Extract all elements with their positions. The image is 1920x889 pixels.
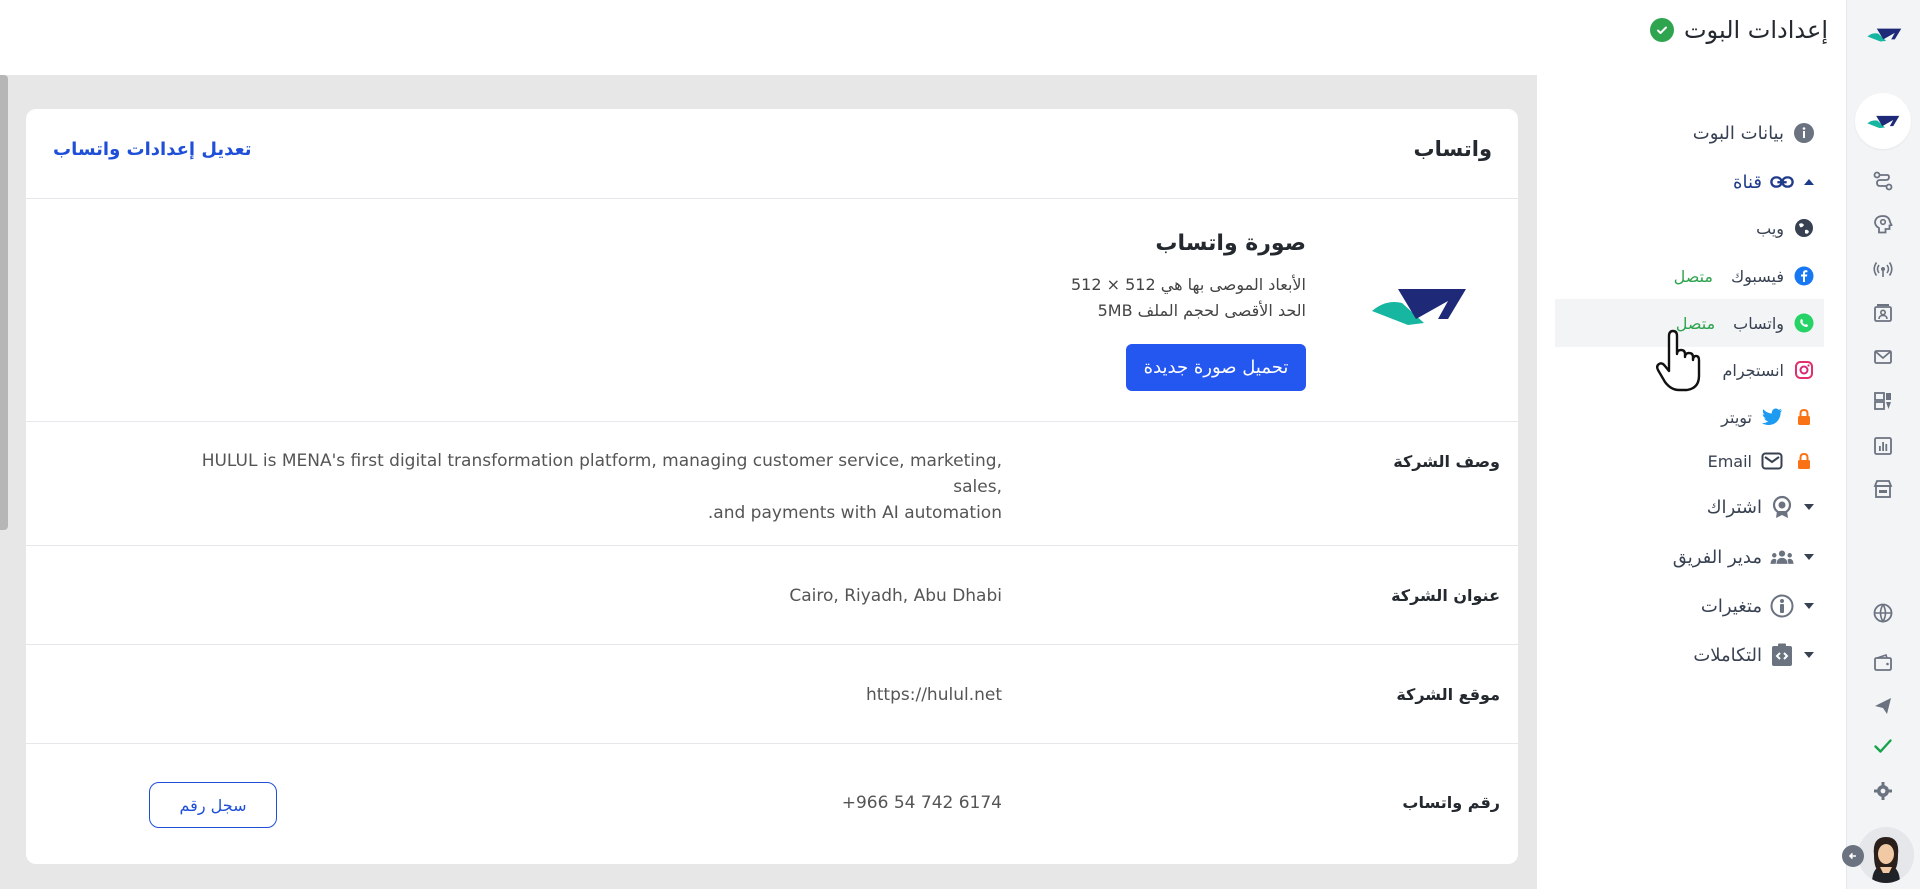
checkmark-icon[interactable]	[1872, 735, 1894, 757]
page-title-group: إعدادات البوت	[1649, 16, 1828, 44]
chevron-down-icon	[1802, 648, 1816, 662]
company-website-row: موقع الشركة https://hulul.net	[26, 645, 1518, 744]
top-header: إعدادات البوت	[0, 0, 1846, 75]
sidebar-item-instagram[interactable]: انستجرام	[1722, 355, 1816, 385]
company-website-value: https://hulul.net	[865, 685, 1002, 705]
sidebar-item-label: بيانات البوت	[1692, 122, 1784, 144]
page-title: إعدادات البوت	[1683, 16, 1828, 44]
sidebar-item-label: مدير الفريق	[1672, 546, 1762, 568]
settings-gear-icon[interactable]	[1872, 780, 1894, 802]
broadcast-icon[interactable]	[1872, 258, 1894, 280]
sidebar-item-label: التكاملات	[1693, 644, 1762, 666]
flow-icon[interactable]	[1872, 170, 1894, 192]
brain-icon[interactable]	[1872, 213, 1894, 235]
wallet-icon[interactable]	[1872, 652, 1894, 674]
app-icon-rail	[1842, 0, 1920, 889]
sidebar-item-label: فيسبوك	[1730, 266, 1784, 286]
company-website-label: موقع الشركة	[1396, 685, 1500, 704]
register-number-button[interactable]: سجل رقم	[149, 782, 277, 828]
whatsapp-number-row: رقم واتساب +966 54 742 6174 سجل رقم	[26, 744, 1518, 864]
sidebar-item-subscription[interactable]: اشتراك	[1707, 492, 1816, 522]
hand-cursor-icon	[1655, 328, 1701, 394]
facebook-status-badge: متصل	[1673, 266, 1713, 286]
sidebar-item-label: قناة	[1733, 171, 1762, 193]
chevron-down-icon	[1802, 550, 1816, 564]
photo-dimensions-hint: الأبعاد الموصى بها هي 512 × 512	[1071, 275, 1306, 294]
sidebar-item-label: ويب	[1756, 218, 1784, 238]
edit-whatsapp-settings-link[interactable]: تعديل إعدادات واتساب	[53, 139, 251, 160]
chevron-up-icon	[1802, 175, 1816, 189]
sidebar-item-web[interactable]: ويب	[1756, 213, 1816, 243]
award-icon	[1770, 495, 1794, 519]
app-logo-icon[interactable]	[1866, 20, 1902, 48]
user-avatar[interactable]	[1858, 827, 1914, 883]
send-icon[interactable]	[1872, 695, 1894, 717]
chevron-down-icon	[1802, 500, 1816, 514]
whatsapp-number-label: رقم واتساب	[1402, 793, 1500, 812]
main-content: واتساب تعديل إعدادات واتساب صورة واتساب …	[0, 75, 1537, 889]
analytics-icon[interactable]	[1872, 435, 1894, 457]
upload-new-photo-button[interactable]: تحميل صورة جديدة	[1126, 344, 1306, 391]
instagram-icon	[1792, 358, 1816, 382]
globe-icon	[1792, 216, 1816, 240]
inbox-mail-icon[interactable]	[1872, 346, 1894, 368]
company-description-line-1: HULUL is MENA's first digital transforma…	[201, 451, 1002, 497]
sidebar-item-twitter[interactable]: تويتر	[1721, 402, 1816, 432]
hulul-logo-icon	[1372, 289, 1466, 325]
facebook-icon	[1792, 264, 1816, 288]
whatsapp-photo-row: صورة واتساب الأبعاد الموصى بها هي 512 × …	[26, 199, 1518, 422]
company-address-value: Cairo, Riyadh, Abu Dhabi	[789, 586, 1002, 606]
sidebar-item-label: متغيرات	[1700, 595, 1762, 617]
sidebar-item-label: واتساب	[1733, 313, 1784, 333]
chevron-down-icon	[1802, 599, 1816, 613]
contacts-icon[interactable]	[1872, 302, 1894, 324]
main-scrollbar[interactable]	[0, 75, 8, 530]
sidebar-item-label: تويتر	[1721, 407, 1752, 427]
code-clipboard-icon	[1770, 643, 1794, 667]
users-icon	[1770, 545, 1794, 569]
photo-max-size-hint: الحد الأقصى لحجم الملف 5MB	[1097, 301, 1306, 320]
card-title: واتساب	[1413, 137, 1493, 161]
company-address-row: عنوان الشركة Cairo, Riyadh, Abu Dhabi	[26, 546, 1518, 645]
company-description-label: وصف الشركة	[1393, 452, 1500, 471]
mail-icon	[1760, 449, 1784, 473]
sidebar-item-channel[interactable]: قناة	[1733, 167, 1816, 197]
collapse-arrow-icon[interactable]	[1842, 845, 1864, 867]
company-description-line-2: .and payments with AI automation	[707, 503, 1002, 523]
whatsapp-photo-preview	[1368, 279, 1468, 329]
lock-icon	[1792, 405, 1816, 429]
photo-title: صورة واتساب	[1155, 231, 1306, 256]
sidebar-item-label: اشتراك	[1706, 496, 1762, 518]
templates-icon[interactable]	[1872, 390, 1894, 412]
company-description-row: وصف الشركة HULUL is MENA's first digital…	[26, 422, 1518, 546]
sidebar-item-variables[interactable]: متغيرات	[1701, 591, 1816, 621]
whatsapp-icon	[1792, 311, 1816, 335]
company-address-label: عنوان الشركة	[1391, 586, 1500, 605]
sidebar-item-label: Email	[1707, 451, 1752, 471]
twitter-icon	[1760, 405, 1784, 429]
sidebar-item-integrations[interactable]: التكاملات	[1693, 640, 1816, 670]
connected-check-icon	[1649, 18, 1674, 42]
language-globe-icon[interactable]	[1872, 602, 1894, 624]
sidebar-item-bot-data[interactable]: بيانات البوت	[1693, 118, 1816, 148]
sidebar-item-email[interactable]: Email	[1708, 446, 1816, 476]
person-circle-icon	[1770, 594, 1794, 618]
bot-avatar-icon[interactable]	[1855, 93, 1911, 149]
sidebar-item-facebook[interactable]: فيسبوك متصل	[1674, 261, 1816, 291]
store-icon[interactable]	[1872, 478, 1894, 500]
sidebar-item-team-manager[interactable]: مدير الفريق	[1673, 542, 1816, 572]
sidebar-item-label: انستجرام	[1722, 360, 1784, 380]
whatsapp-settings-card: واتساب تعديل إعدادات واتساب صورة واتساب …	[26, 109, 1518, 864]
settings-sidebar: بيانات البوت قناة ويب فيسبوك متصل واتساب…	[1537, 75, 1846, 889]
lock-icon	[1792, 449, 1816, 473]
company-description-value: HULUL is MENA's first digital transforma…	[182, 448, 1002, 526]
card-header: واتساب تعديل إعدادات واتساب	[26, 109, 1518, 199]
info-icon	[1792, 121, 1816, 145]
whatsapp-number-value: +966 54 742 6174	[841, 793, 1002, 813]
link-icon	[1770, 170, 1794, 194]
